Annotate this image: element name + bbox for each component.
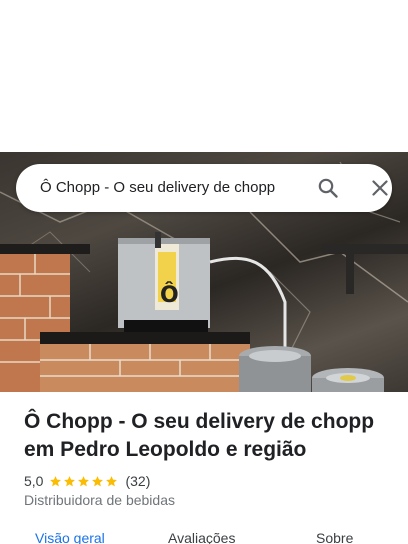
- star-icon: [78, 475, 90, 486]
- map-blank-area: [0, 0, 408, 152]
- close-icon[interactable]: [368, 176, 392, 200]
- place-category[interactable]: Distribuidora de bebidas: [24, 492, 175, 508]
- star-icon: [64, 475, 76, 486]
- star-icon: [50, 475, 62, 486]
- star-icon: [106, 475, 118, 486]
- tab-reviews[interactable]: Avaliações: [168, 530, 235, 544]
- rating-stars: [49, 475, 119, 488]
- rating-row[interactable]: 5,0 (32): [24, 472, 150, 490]
- search-icon[interactable]: [316, 176, 340, 200]
- search-input[interactable]: Ô Chopp - O seu delivery de chopp: [40, 164, 295, 212]
- tab-about[interactable]: Sobre: [316, 530, 353, 544]
- place-tabs: Visão geral Avaliações Sobre: [0, 530, 408, 544]
- review-count[interactable]: (32): [125, 473, 150, 489]
- tab-overview[interactable]: Visão geral: [35, 530, 105, 544]
- search-bar[interactable]: Ô Chopp - O seu delivery de chopp: [16, 164, 392, 212]
- svg-text:Ô: Ô: [160, 282, 179, 308]
- star-icon: [92, 475, 104, 486]
- place-title: Ô Chopp - O seu delivery de chopp em Ped…: [24, 410, 375, 461]
- rating-value: 5,0: [24, 473, 44, 489]
